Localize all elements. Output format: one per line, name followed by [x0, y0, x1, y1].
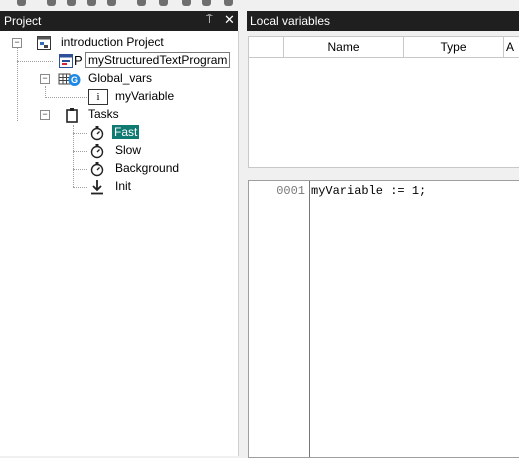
tree-connector: [17, 61, 53, 62]
tree-item-global-vars[interactable]: Global_vars: [88, 71, 152, 85]
line-number-gutter: 0001: [249, 181, 310, 457]
local-variables-header: Local variables: [247, 11, 519, 31]
tree-connector: [73, 133, 87, 134]
collapse-toggle[interactable]: −: [40, 110, 50, 120]
line-number: 0001: [276, 184, 305, 198]
collapse-toggle[interactable]: −: [12, 38, 22, 48]
toolbar-button-icon[interactable]: [224, 0, 233, 6]
clipboard-icon: [66, 108, 78, 123]
toolbar-button-icon[interactable]: [67, 0, 76, 6]
tree-item-variable[interactable]: myVariable: [115, 89, 174, 103]
column-header-row-selector[interactable]: [249, 37, 284, 58]
toolbar-button-icon[interactable]: [159, 0, 168, 6]
tree-item-program[interactable]: myStructuredTextProgram: [85, 52, 231, 68]
variable-icon: i: [88, 89, 108, 105]
program-icon: [59, 54, 73, 68]
tree-connector: [73, 187, 87, 188]
local-variables-title: Local variables: [250, 14, 331, 28]
download-arrow-icon: [91, 180, 103, 195]
project-pane-title: Project: [4, 14, 42, 28]
toolbar-button-icon[interactable]: [182, 0, 191, 6]
code-line[interactable]: myVariable := 1;: [311, 184, 426, 198]
program-prefix: P: [74, 53, 83, 68]
toolbar-button-icon[interactable]: [107, 0, 116, 6]
tree-item-task-fast[interactable]: Fast: [112, 125, 140, 139]
global-vars-icon: G: [58, 73, 81, 86]
column-header-name[interactable]: Name: [284, 37, 404, 58]
stopwatch-icon: [90, 144, 104, 159]
project-tree: − introduction Project P myStructuredTex…: [0, 31, 239, 456]
tree-item-tasks[interactable]: Tasks: [88, 107, 119, 121]
global-badge: G: [71, 75, 78, 85]
stopwatch-icon: [90, 162, 104, 177]
toolbar-button-icon[interactable]: [202, 0, 211, 6]
project-icon: [37, 36, 51, 50]
top-toolbar: [0, 0, 519, 9]
collapse-toggle[interactable]: −: [40, 74, 50, 84]
tree-connector: [73, 125, 74, 187]
pin-icon[interactable]: ⍑: [206, 14, 213, 27]
toolbar-button-icon[interactable]: [137, 0, 146, 6]
toolbar-button-icon[interactable]: [87, 0, 96, 6]
column-header-a[interactable]: A: [504, 37, 519, 58]
stopwatch-icon: [90, 126, 104, 141]
tree-item-project[interactable]: introduction Project: [61, 35, 164, 49]
code-editor[interactable]: 0001 myVariable := 1;: [248, 180, 519, 458]
tree-connector: [73, 169, 87, 170]
tree-item-task-background[interactable]: Background: [115, 161, 179, 175]
tree-item-task-init[interactable]: Init: [115, 179, 131, 193]
tree-connector: [73, 151, 87, 152]
tree-item-task-slow[interactable]: Slow: [115, 143, 141, 157]
variable-icon-letter: i: [96, 91, 100, 103]
toolbar-button-icon[interactable]: [17, 0, 26, 6]
project-pane-header: Project ⍑ ✕: [0, 11, 238, 31]
tree-connector: [45, 97, 87, 98]
tree-connector: [17, 45, 18, 121]
toolbar-button-icon[interactable]: [47, 0, 56, 6]
local-variables-table: Name Type A: [248, 36, 519, 168]
close-icon[interactable]: ✕: [224, 13, 235, 27]
pane-splitter[interactable]: [239, 11, 247, 456]
column-header-type[interactable]: Type: [404, 37, 504, 58]
